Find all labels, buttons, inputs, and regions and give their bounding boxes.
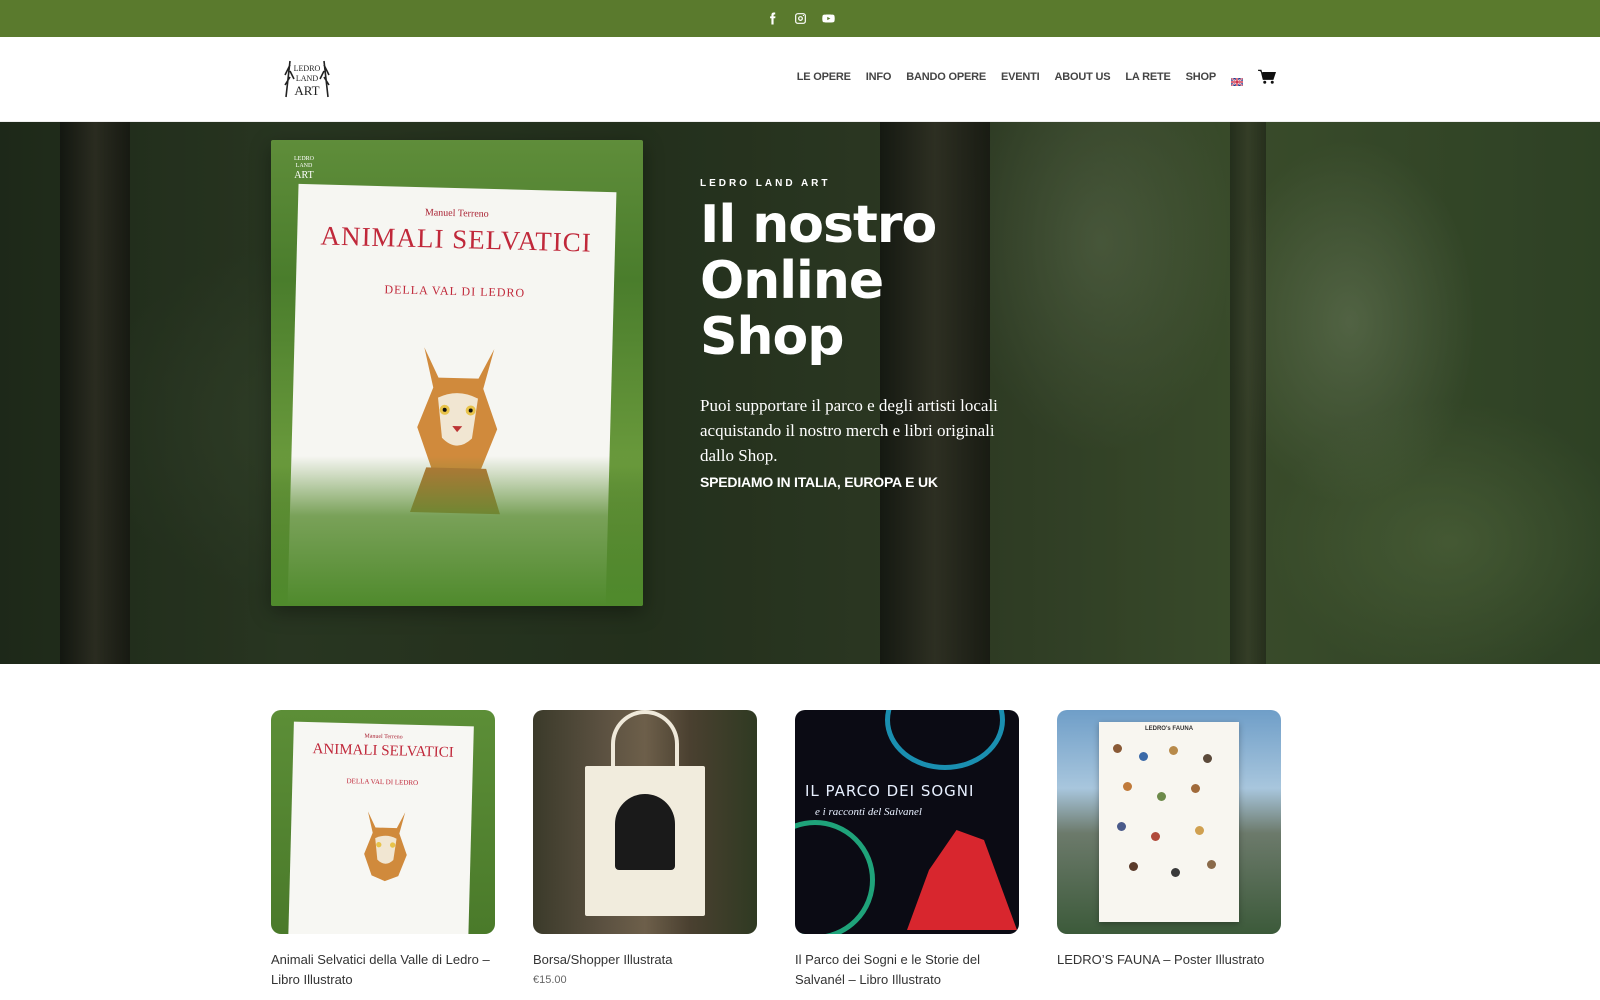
product-name[interactable]: Il Parco dei Sogni e le Storie del Salva…: [795, 950, 1019, 990]
product-name[interactable]: Borsa/Shopper Illustrata: [533, 950, 757, 970]
product-image[interactable]: Manuel Terreno ANIMALI SELVATICI DELLA V…: [271, 710, 495, 934]
nav-shop[interactable]: SHOP: [1186, 71, 1217, 83]
product-price: €15.00: [533, 974, 567, 986]
tote-bag: [585, 766, 705, 916]
site-header: LEDRO LAND ART LE OPERE INFO BANDO OPERE…: [0, 37, 1600, 122]
svg-text:LAND: LAND: [296, 163, 313, 169]
book-subtitle: DELLA VAL DI LEDRO: [384, 282, 526, 300]
fauna-poster: LEDRO's FAUNA: [1099, 722, 1239, 922]
red-hood-figure: [907, 830, 1017, 930]
hero-text-block: LEDRO LAND ART Il nostro Online Shop Puo…: [700, 178, 1020, 490]
nav-la-rete[interactable]: LA RETE: [1125, 71, 1170, 83]
nav-le-opere[interactable]: LE OPERE: [797, 71, 851, 83]
cart-icon[interactable]: [1258, 69, 1277, 85]
product-grid: Manuel Terreno ANIMALI SELVATICI DELLA V…: [271, 710, 1281, 994]
book-title: ANIMALI SELVATICI: [320, 220, 593, 258]
youtube-icon[interactable]: [821, 12, 835, 26]
nav-bando-opere[interactable]: BANDO OPERE: [906, 71, 986, 83]
cover-subtitle: e i racconti del Salvanel: [815, 806, 922, 818]
nav-info[interactable]: INFO: [866, 71, 892, 83]
uk-flag-icon[interactable]: [1230, 73, 1244, 87]
hero-lead: Puoi supportare il parco e degli artisti…: [700, 396, 998, 465]
main-nav: LE OPERE INFO BANDO OPERE EVENTI ABOUT U…: [797, 67, 1277, 87]
svg-text:ART: ART: [294, 170, 313, 181]
product-image[interactable]: [533, 710, 757, 934]
product-card[interactable]: Borsa/Shopper Illustrata €15.00: [533, 710, 757, 994]
svg-text:LAND: LAND: [296, 74, 318, 83]
svg-text:LEDRO: LEDRO: [294, 156, 315, 162]
nav-eventi[interactable]: EVENTI: [1001, 71, 1040, 83]
svg-text:ART: ART: [294, 83, 319, 98]
facebook-icon[interactable]: [765, 12, 779, 26]
product-name[interactable]: Animali Selvatici della Valle di Ledro –…: [271, 950, 495, 990]
poster-title: LEDRO's FAUNA: [1144, 726, 1194, 732]
product-image[interactable]: LEDRO's FAUNA: [1057, 710, 1281, 934]
product-card[interactable]: IL PARCO DEI SOGNI e i racconti del Salv…: [795, 710, 1019, 994]
site-logo[interactable]: LEDRO LAND ART: [284, 57, 330, 103]
hero-headline: Il nostro Online Shop: [700, 195, 937, 367]
product-card[interactable]: Manuel Terreno ANIMALI SELVATICI DELLA V…: [271, 710, 495, 994]
product-name[interactable]: LEDRO’S FAUNA – Poster Illustrato: [1057, 950, 1281, 970]
hero-banner: Manuel Terreno ANIMALI SELVATICI DELLA V…: [0, 122, 1600, 664]
product-card[interactable]: LEDRO's FAUNA LEDRO’S FAUNA – Poster Ill…: [1057, 710, 1281, 994]
lynx-illustration: [364, 811, 407, 882]
cover-title: IL PARCO DEI SOGNI: [805, 782, 975, 800]
book-logo-mark: LEDRO LAND ART: [294, 156, 315, 181]
product-image[interactable]: IL PARCO DEI SOGNI e i racconti del Salv…: [795, 710, 1019, 934]
social-bar: [0, 0, 1600, 37]
hero-book-image: Manuel Terreno ANIMALI SELVATICI DELLA V…: [271, 140, 643, 606]
nav-about-us[interactable]: ABOUT US: [1055, 71, 1111, 83]
shipping-note: SPEDIAMO IN ITALIA, EUROPA E UK: [700, 474, 938, 490]
svg-text:LEDRO: LEDRO: [294, 64, 321, 73]
instagram-icon[interactable]: [793, 12, 807, 26]
hero-kicker: LEDRO LAND ART: [700, 178, 831, 189]
